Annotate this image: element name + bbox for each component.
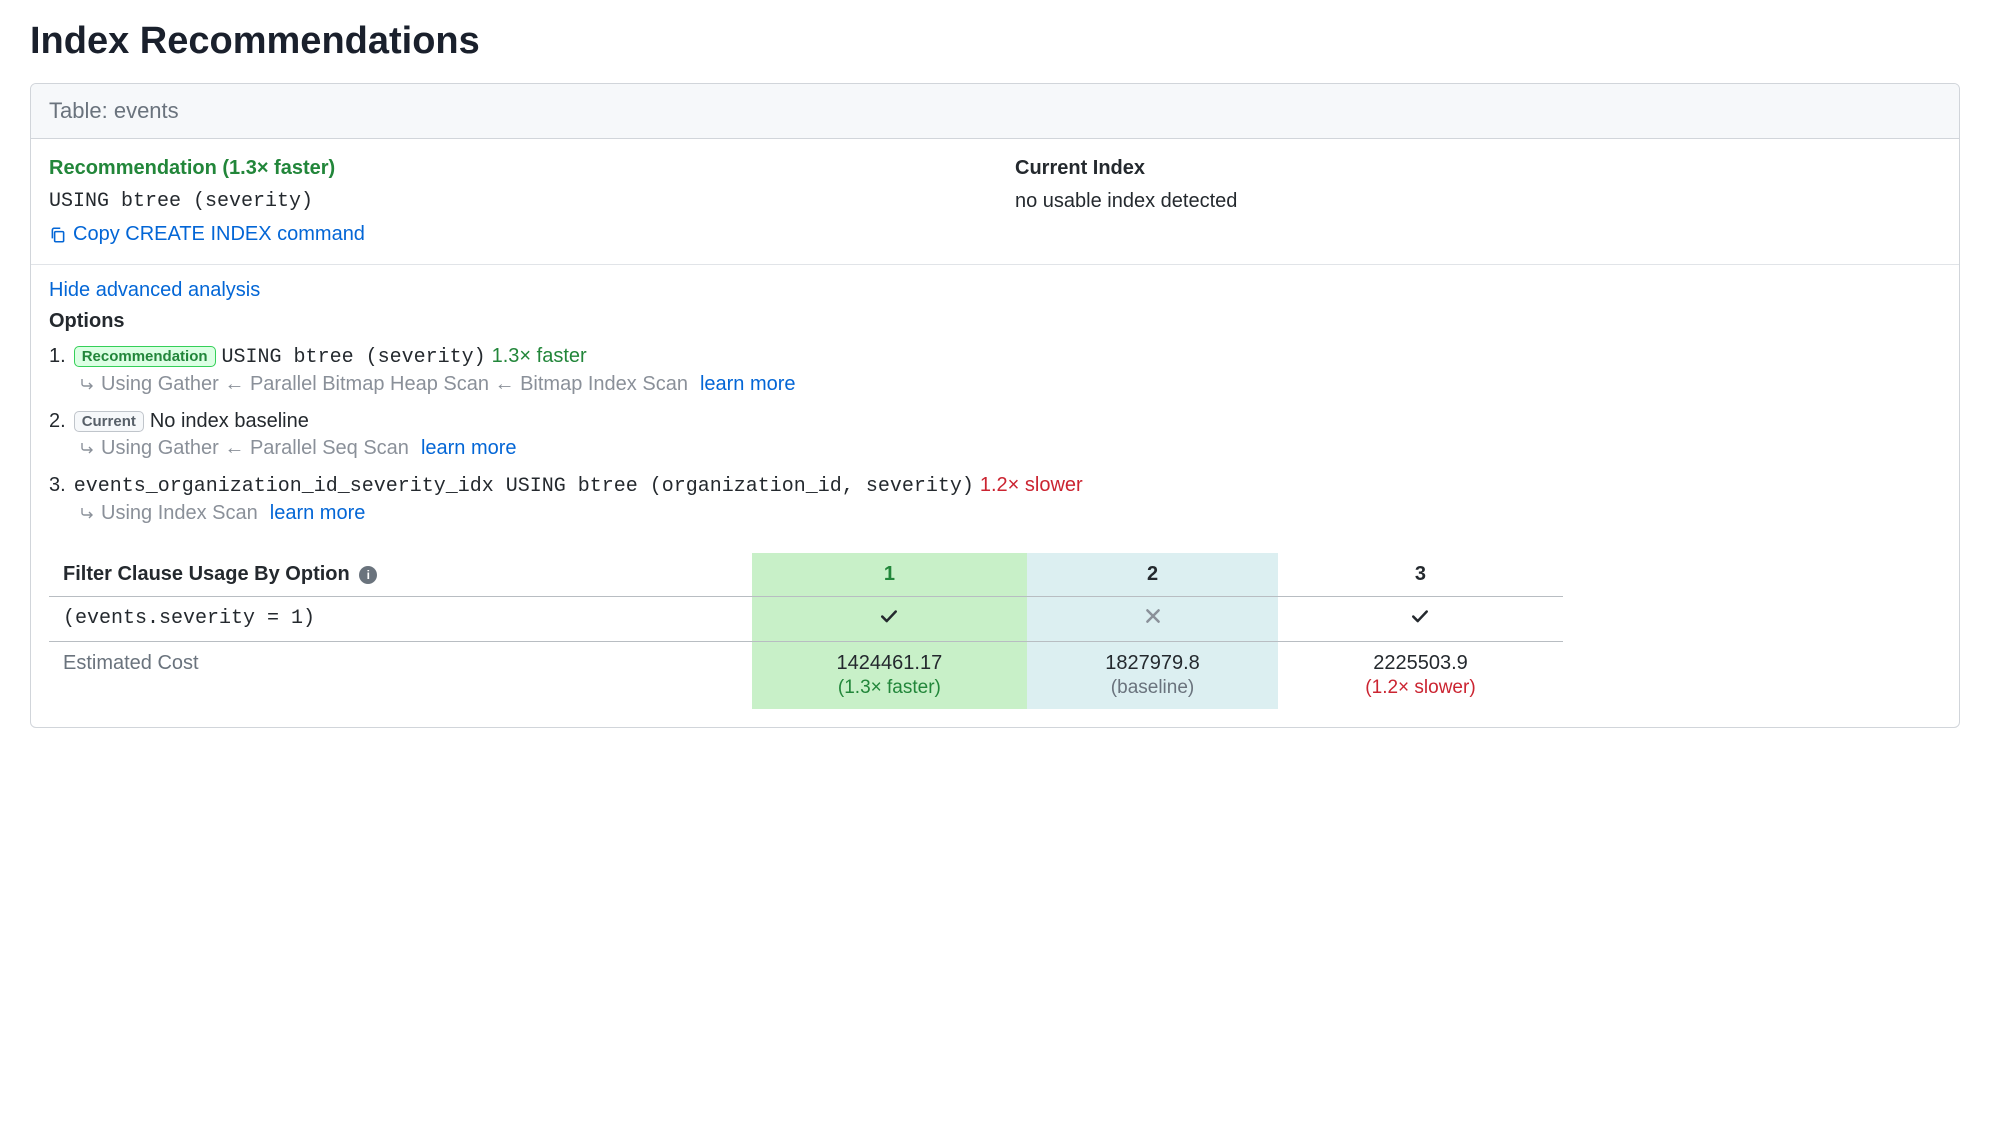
col-header-2: 2	[1027, 553, 1279, 597]
filter-clause-cell: (events.severity = 1)	[49, 596, 752, 641]
cost-sub: (baseline)	[1041, 677, 1265, 699]
option-plan: Using Index Scan	[101, 502, 258, 525]
recommendation-heading: Recommendation (1.3× faster)	[49, 157, 975, 180]
options-heading: Options	[49, 310, 1941, 333]
hide-advanced-link[interactable]: Hide advanced analysis	[49, 279, 260, 302]
cost-sub: (1.2× slower)	[1292, 677, 1548, 699]
cost-cell-1: 1424461.17 (1.3× faster)	[752, 641, 1027, 709]
col-header-1: 1	[752, 553, 1027, 597]
arrow-subitem-icon	[79, 376, 95, 392]
copy-icon	[49, 226, 67, 244]
current-index-heading: Current Index	[1015, 157, 1941, 180]
check-icon	[880, 607, 898, 625]
page-title: Index Recommendations	[30, 20, 1960, 63]
filter-clause-row: (events.severity = 1)	[49, 596, 1563, 641]
recommendation-column: Recommendation (1.3× faster) USING btree…	[49, 157, 975, 250]
option-statement: USING btree (severity)	[222, 346, 486, 369]
option-statement: events_organization_id_severity_idx USIN…	[74, 475, 974, 498]
cost-sub: (1.3× faster)	[766, 677, 1013, 699]
cost-value: 1424461.17	[766, 652, 1013, 675]
info-icon[interactable]: i	[359, 566, 377, 584]
option-1: 1. Recommendation USING btree (severity)…	[49, 345, 1941, 396]
option-number: 3.	[49, 474, 66, 497]
x-icon	[1144, 607, 1162, 625]
cost-label: Estimated Cost	[49, 641, 752, 709]
advanced-section: Hide advanced analysis Options 1. Recomm…	[31, 265, 1959, 727]
filter-header-label: Filter Clause Usage By Option	[63, 563, 350, 585]
option-number: 1.	[49, 345, 66, 368]
cost-cell-3: 2225503.9 (1.2× slower)	[1278, 641, 1562, 709]
option-plan: Using Gather ← Parallel Bitmap Heap Scan…	[101, 373, 688, 396]
current-badge: Current	[74, 411, 144, 432]
filter-usage-table: Filter Clause Usage By Option i 1 2 3 (e…	[49, 553, 1563, 709]
table-label-prefix: Table:	[49, 98, 114, 123]
cost-value: 2225503.9	[1292, 652, 1548, 675]
option-3: 3. events_organization_id_severity_idx U…	[49, 474, 1941, 525]
recommendation-badge: Recommendation	[74, 346, 216, 367]
table-name: events	[114, 98, 179, 123]
col-header-3: 3	[1278, 553, 1562, 597]
option-statement: No index baseline	[150, 410, 309, 433]
option-speed: 1.3× faster	[492, 345, 587, 368]
learn-more-link[interactable]: learn more	[270, 502, 366, 525]
usage-cell-1	[752, 596, 1027, 641]
cost-cell-2: 1827979.8 (baseline)	[1027, 641, 1279, 709]
filter-header-cell: Filter Clause Usage By Option i	[49, 553, 752, 597]
current-index-value: no usable index detected	[1015, 190, 1941, 213]
usage-cell-3	[1278, 596, 1562, 641]
summary-section: Recommendation (1.3× faster) USING btree…	[31, 139, 1959, 265]
option-speed: 1.2× slower	[980, 474, 1083, 497]
panel-header: Table: events	[31, 84, 1959, 139]
cost-value: 1827979.8	[1041, 652, 1265, 675]
option-plan: Using Gather ← Parallel Seq Scan	[101, 437, 409, 460]
current-index-column: Current Index no usable index detected	[1015, 157, 1941, 250]
learn-more-link[interactable]: learn more	[421, 437, 517, 460]
estimated-cost-row: Estimated Cost 1424461.17 (1.3× faster) …	[49, 641, 1563, 709]
option-number: 2.	[49, 410, 66, 433]
learn-more-link[interactable]: learn more	[700, 373, 796, 396]
copy-link-text: Copy CREATE INDEX command	[73, 223, 365, 246]
arrow-subitem-icon	[79, 440, 95, 456]
arrow-subitem-icon	[79, 505, 95, 521]
recommendation-panel: Table: events Recommendation (1.3× faste…	[30, 83, 1960, 728]
check-icon	[1411, 607, 1429, 625]
recommendation-statement: USING btree (severity)	[49, 190, 975, 213]
usage-cell-2	[1027, 596, 1279, 641]
option-2: 2. Current No index baseline Using Gathe…	[49, 410, 1941, 460]
copy-create-index-link[interactable]: Copy CREATE INDEX command	[49, 223, 365, 246]
